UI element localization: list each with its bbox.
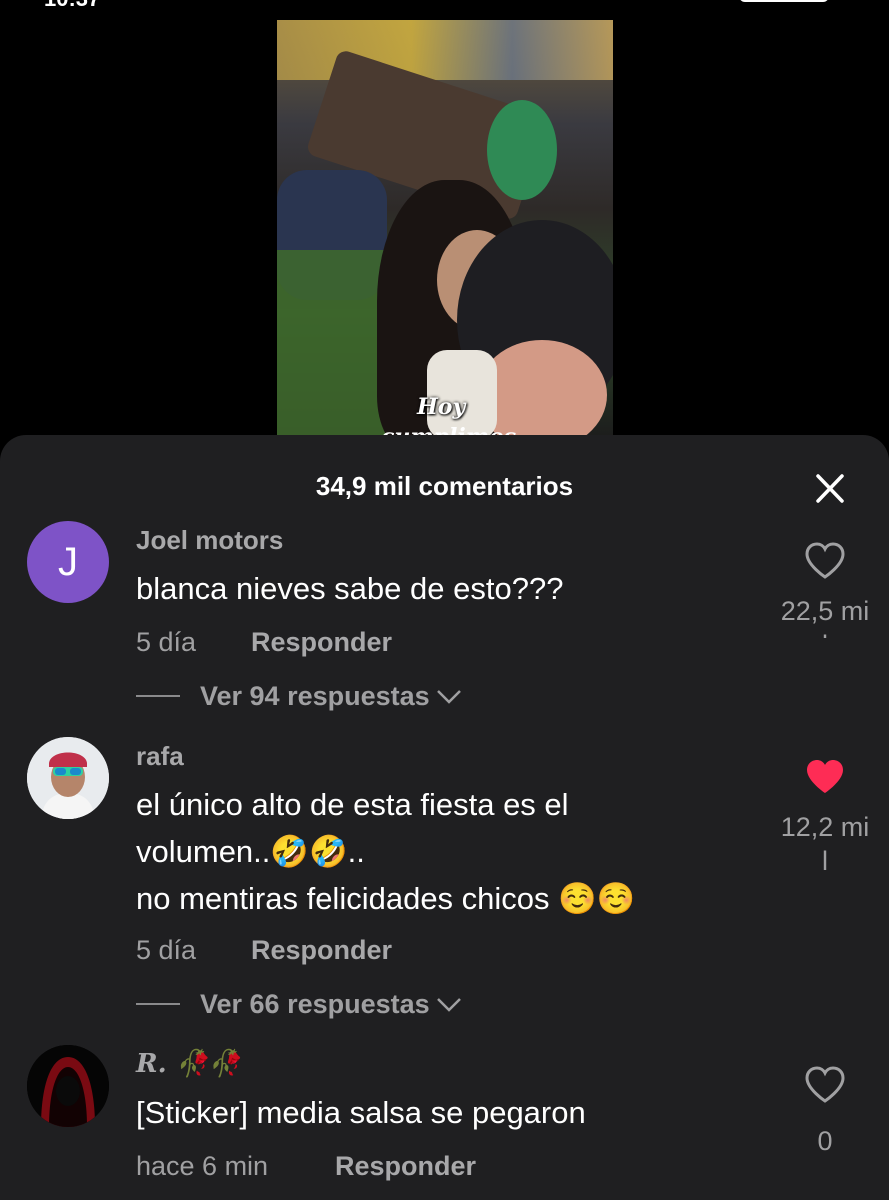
video-player[interactable]: Hoy cumplimos [277, 20, 613, 440]
comment-text-line: volumen..🤣🤣.. [136, 834, 365, 869]
avatar[interactable] [27, 737, 109, 819]
comment-time: hace 6 min [136, 1151, 269, 1181]
comment-username[interactable]: R. 🥀🥀 [136, 1049, 240, 1079]
comment-text-line: no mentiras felicidades chicos ☺️☺️ [136, 881, 636, 916]
view-replies-button[interactable]: Ver 66 respuestas [136, 987, 464, 1021]
reply-button[interactable]: Responder [335, 1151, 476, 1182]
comment-username[interactable]: rafa [136, 741, 184, 772]
comment-username[interactable]: Joel motors [136, 525, 283, 556]
comment-time: 5 día [136, 935, 197, 965]
like-count: 12,2 mil [780, 812, 870, 876]
comments-sheet: 34,9 mil comentarios J Joel motors blanc… [0, 435, 889, 1200]
replies-divider [136, 1003, 180, 1005]
user-photo [27, 737, 109, 819]
chevron-down-icon [436, 998, 461, 1012]
status-time: 10:37 [44, 0, 100, 12]
close-button[interactable] [808, 471, 852, 507]
close-icon [816, 474, 844, 503]
avatar[interactable] [27, 1045, 109, 1127]
comments-count-title: 34,9 mil comentarios [315, 471, 574, 501]
avatar[interactable]: J [27, 521, 109, 603]
scene-light [277, 20, 613, 80]
comment-text-line: el único alto de esta fiesta es el [136, 787, 569, 822]
status-bar: 10:37 [0, 0, 889, 11]
comment-text: [Sticker] media salsa se pegaron [136, 1095, 586, 1130]
scene-person-green [487, 100, 557, 200]
battery-icon [739, 0, 829, 2]
replies-divider [136, 695, 180, 697]
view-replies-label: Ver 94 respuestas [200, 680, 430, 711]
heart-icon [805, 1066, 845, 1103]
comment-time: 5 día [136, 627, 197, 657]
user-photo [27, 1045, 109, 1127]
tiktok-comments-screen: 10:37 Hoy cumplimos 34,9 mil comentarios [0, 0, 889, 1200]
view-replies-label: Ver 66 respuestas [200, 988, 430, 1019]
like-count: 22,5 mil [780, 596, 870, 638]
video-caption: Hoy [417, 394, 466, 420]
reply-button[interactable]: Responder [251, 935, 392, 966]
heart-icon [805, 542, 845, 579]
comment-text: blanca nieves sabe de esto??? [136, 571, 564, 606]
chevron-down-icon [436, 690, 461, 704]
like-button[interactable]: 12,2 mil [770, 757, 880, 878]
reply-button[interactable]: Responder [251, 627, 392, 658]
avatar-letter: J [58, 539, 78, 584]
like-button[interactable]: 22,5 mil [770, 541, 880, 638]
view-replies-button[interactable]: Ver 94 respuestas [136, 679, 464, 713]
heart-icon [807, 760, 843, 793]
comment-text: el único alto de esta fiesta es el volum… [136, 781, 776, 922]
like-count: 0 [817, 1126, 833, 1156]
like-button[interactable]: 0 [770, 1065, 880, 1158]
